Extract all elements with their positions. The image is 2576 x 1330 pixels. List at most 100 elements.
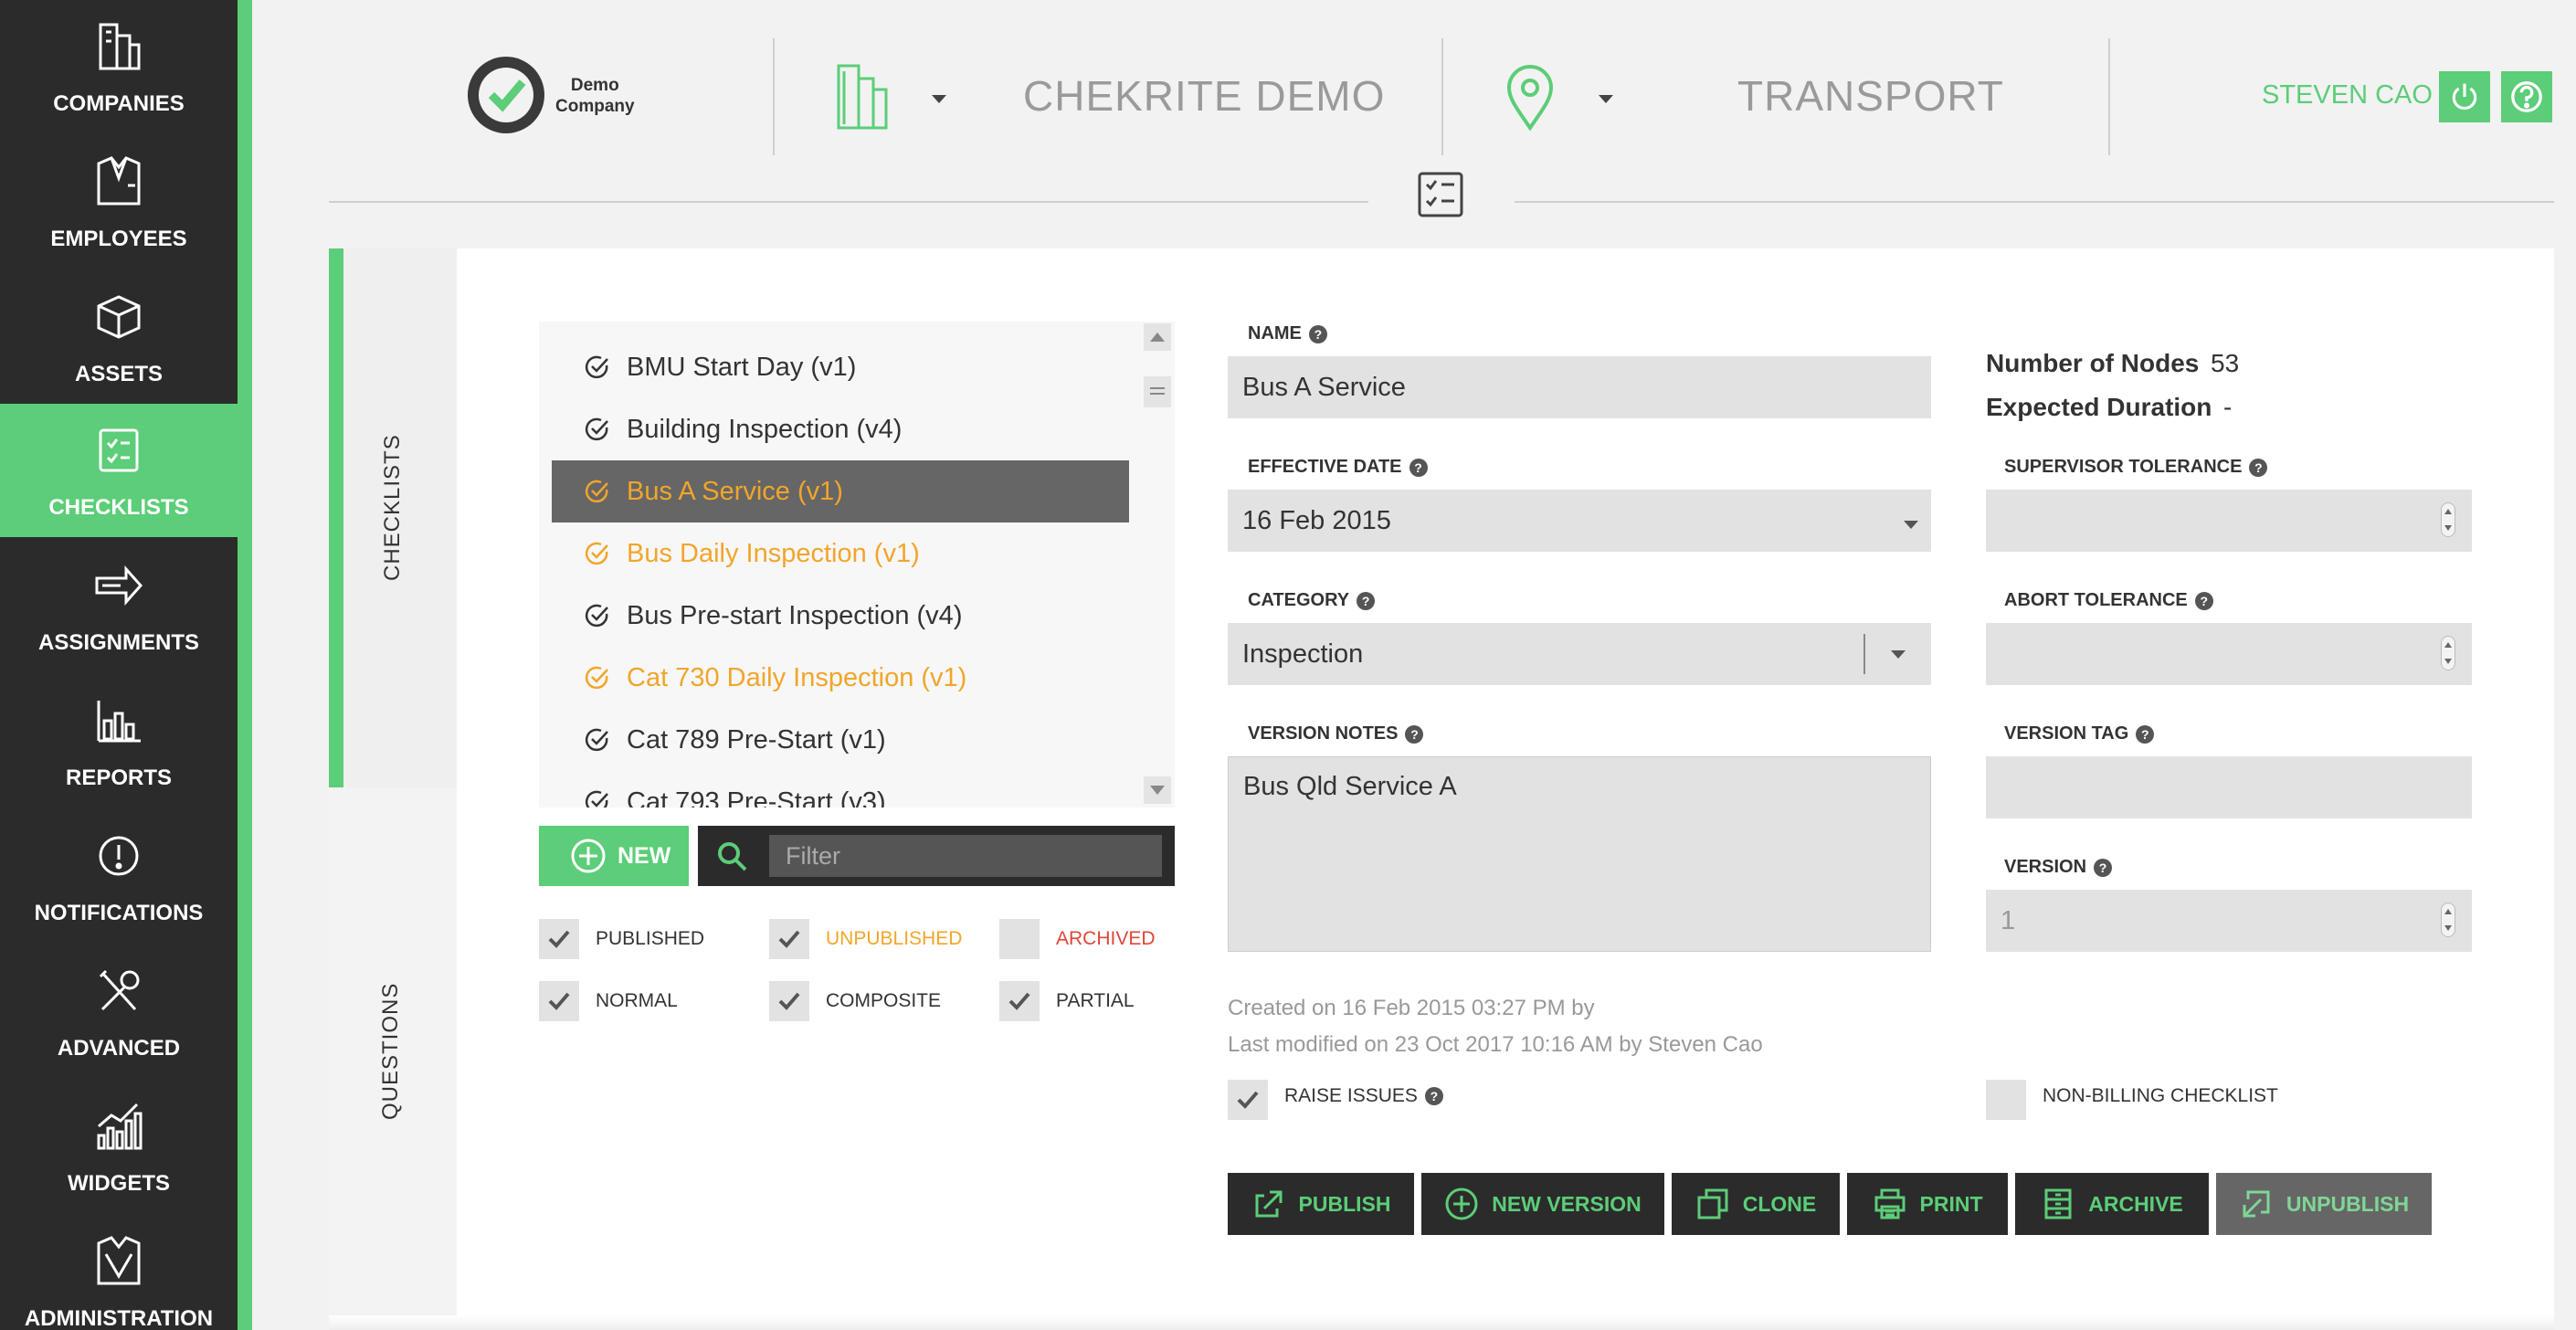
list-item[interactable]: Cat 789 Pre-Start (v1) xyxy=(552,709,1129,771)
list-item[interactable]: Cat 793 Pre-Start (v3) xyxy=(552,771,1129,808)
tab-checklists-label[interactable]: CHECKLISTS xyxy=(380,434,406,581)
name-field[interactable]: Bus A Service xyxy=(1228,356,1931,418)
sidebar-item-advanced[interactable]: ADVANCED xyxy=(0,945,238,1078)
supervisor-tolerance-label: SUPERVISOR TOLERANCE? xyxy=(2004,457,2268,478)
list-item-selected[interactable]: Bus A Service (v1) xyxy=(552,460,1129,522)
list-item[interactable]: Bus Daily Inspection (v1) xyxy=(552,522,1129,585)
company-dropdown-chevron-icon[interactable] xyxy=(932,95,946,103)
unpublished-label: UNPUBLISHED xyxy=(826,928,963,949)
scroll-up-button[interactable] xyxy=(1144,323,1171,351)
supervisor-tolerance-input[interactable] xyxy=(1986,490,2472,552)
sidebar-item-checklists[interactable]: CHECKLISTS xyxy=(0,404,252,537)
new-version-label: NEW VERSION xyxy=(1492,1191,1642,1216)
nodes-value: 53 xyxy=(2211,349,2240,377)
scroll-down-button[interactable] xyxy=(1144,776,1171,804)
sidebar-item-notifications[interactable]: NOTIFICATIONS xyxy=(0,809,238,943)
checkmark-icon xyxy=(778,992,800,1010)
search-icon xyxy=(718,842,747,871)
site-dropdown-chevron-icon[interactable] xyxy=(1599,95,1613,103)
unpublished-checkbox[interactable] xyxy=(769,919,809,959)
location-pin-icon[interactable] xyxy=(1498,60,1562,133)
scrollbar-thumb[interactable] xyxy=(1144,376,1171,407)
unpublish-label: UNPUBLISH xyxy=(2286,1191,2410,1216)
logo-line2: Company xyxy=(555,97,635,116)
list-item[interactable]: Cat 730 Daily Inspection (v1) xyxy=(552,647,1129,709)
abort-tolerance-label-text: ABORT TOLERANCE xyxy=(2004,590,2188,610)
unpublish-button[interactable]: UNPUBLISH xyxy=(2216,1173,2432,1235)
number-spinner[interactable] xyxy=(2441,902,2455,937)
name-label-text: NAME xyxy=(1248,323,1302,343)
composite-checkbox[interactable] xyxy=(769,981,809,1021)
sidebar-item-reports[interactable]: REPORTS xyxy=(0,674,238,808)
plus-circle-icon xyxy=(571,839,606,873)
version-input[interactable]: 1 xyxy=(1986,890,2472,952)
raise-issues-checkbox[interactable] xyxy=(1228,1080,1268,1120)
site-name[interactable]: TRANSPORT xyxy=(1737,71,2004,121)
print-button[interactable]: PRINT xyxy=(1847,1173,2008,1235)
sidebar-item-widgets[interactable]: WIDGETS xyxy=(0,1080,238,1213)
category-select[interactable]: Inspection xyxy=(1228,623,1931,685)
new-version-button[interactable]: NEW VERSION xyxy=(1421,1173,1664,1235)
version-notes-textarea[interactable]: Bus Qld Service A xyxy=(1228,756,1931,952)
list-item-label: BMU Start Day (v1) xyxy=(627,352,857,382)
sidebar-item-label: NOTIFICATIONS xyxy=(34,901,204,925)
non-billing-label: NON-BILLING CHECKLIST xyxy=(2043,1085,2278,1106)
sidebar-item-assets[interactable]: ASSETS xyxy=(0,270,238,404)
sidebar-accent-bar xyxy=(238,0,252,1330)
help-icon[interactable]: ? xyxy=(2249,458,2268,477)
unpublish-icon xyxy=(2243,1190,2270,1218)
logout-button[interactable] xyxy=(2439,71,2490,122)
archived-checkbox[interactable] xyxy=(999,919,1040,959)
user-name[interactable]: STEVEN CAO xyxy=(2262,80,2433,111)
help-icon[interactable]: ? xyxy=(1409,458,1428,477)
publish-button[interactable]: PUBLISH xyxy=(1228,1173,1414,1235)
version-label-text: VERSION xyxy=(2004,857,2087,877)
abort-tolerance-input[interactable] xyxy=(1986,623,2472,685)
administration-icon xyxy=(0,1231,238,1292)
list-item[interactable]: BMU Start Day (v1) xyxy=(552,336,1129,398)
sidebar-item-administration[interactable]: ADMINISTRATION xyxy=(0,1215,238,1330)
tab-questions[interactable]: QUESTIONS xyxy=(378,983,404,1120)
archive-button[interactable]: ARCHIVE xyxy=(2015,1173,2209,1235)
help-icon[interactable]: ? xyxy=(1308,324,1327,343)
header-divider xyxy=(773,38,775,155)
help-button[interactable] xyxy=(2501,71,2552,122)
normal-checkbox[interactable] xyxy=(539,981,579,1021)
new-checklist-button[interactable]: NEW xyxy=(539,826,689,886)
help-icon[interactable]: ? xyxy=(1424,1087,1443,1105)
sidebar-item-assignments[interactable]: ASSIGNMENTS xyxy=(0,539,238,672)
sidebar-item-companies[interactable]: COMPANIES xyxy=(0,0,238,133)
sidebar-item-label: ASSETS xyxy=(74,362,164,386)
filter-input[interactable] xyxy=(769,835,1162,877)
published-checkbox[interactable] xyxy=(539,919,579,959)
help-icon[interactable]: ? xyxy=(1357,591,1376,610)
number-spinner[interactable] xyxy=(2441,502,2455,537)
non-billing-checkbox[interactable] xyxy=(1986,1080,2026,1120)
help-icon[interactable]: ? xyxy=(2136,724,2155,744)
number-spinner[interactable] xyxy=(2441,636,2455,670)
category-label-text: CATEGORY xyxy=(1248,590,1350,610)
company-name[interactable]: CHEKRITE DEMO xyxy=(1023,71,1385,121)
filter-bar xyxy=(698,826,1175,886)
company-buildings-icon[interactable] xyxy=(831,60,895,133)
sidebar-item-employees[interactable]: EMPLOYEES xyxy=(0,135,238,269)
clone-button[interactable]: CLONE xyxy=(1672,1173,1840,1235)
help-icon[interactable]: ? xyxy=(2094,858,2113,877)
partial-checkbox[interactable] xyxy=(999,981,1040,1021)
header-divider xyxy=(2108,38,2110,155)
archive-label: ARCHIVE xyxy=(2088,1191,2183,1216)
list-item-label: Bus Daily Inspection (v1) xyxy=(627,538,920,568)
help-icon[interactable]: ? xyxy=(1405,724,1424,744)
list-item[interactable]: Building Inspection (v4) xyxy=(552,398,1129,460)
category-value: Inspection xyxy=(1242,639,1364,669)
name-label: NAME? xyxy=(1248,323,1327,344)
list-item-label: Bus Pre-start Inspection (v4) xyxy=(627,600,963,630)
power-icon xyxy=(2452,83,2477,111)
help-icon[interactable]: ? xyxy=(2194,591,2213,610)
check-circle-icon xyxy=(585,728,608,752)
effective-date-field[interactable]: 16 Feb 2015 xyxy=(1228,490,1931,552)
list-item[interactable]: Bus Pre-start Inspection (v4) xyxy=(552,585,1129,647)
version-tag-input[interactable] xyxy=(1986,756,2472,818)
advanced-icon xyxy=(0,961,238,1021)
logo-badge xyxy=(468,57,544,133)
